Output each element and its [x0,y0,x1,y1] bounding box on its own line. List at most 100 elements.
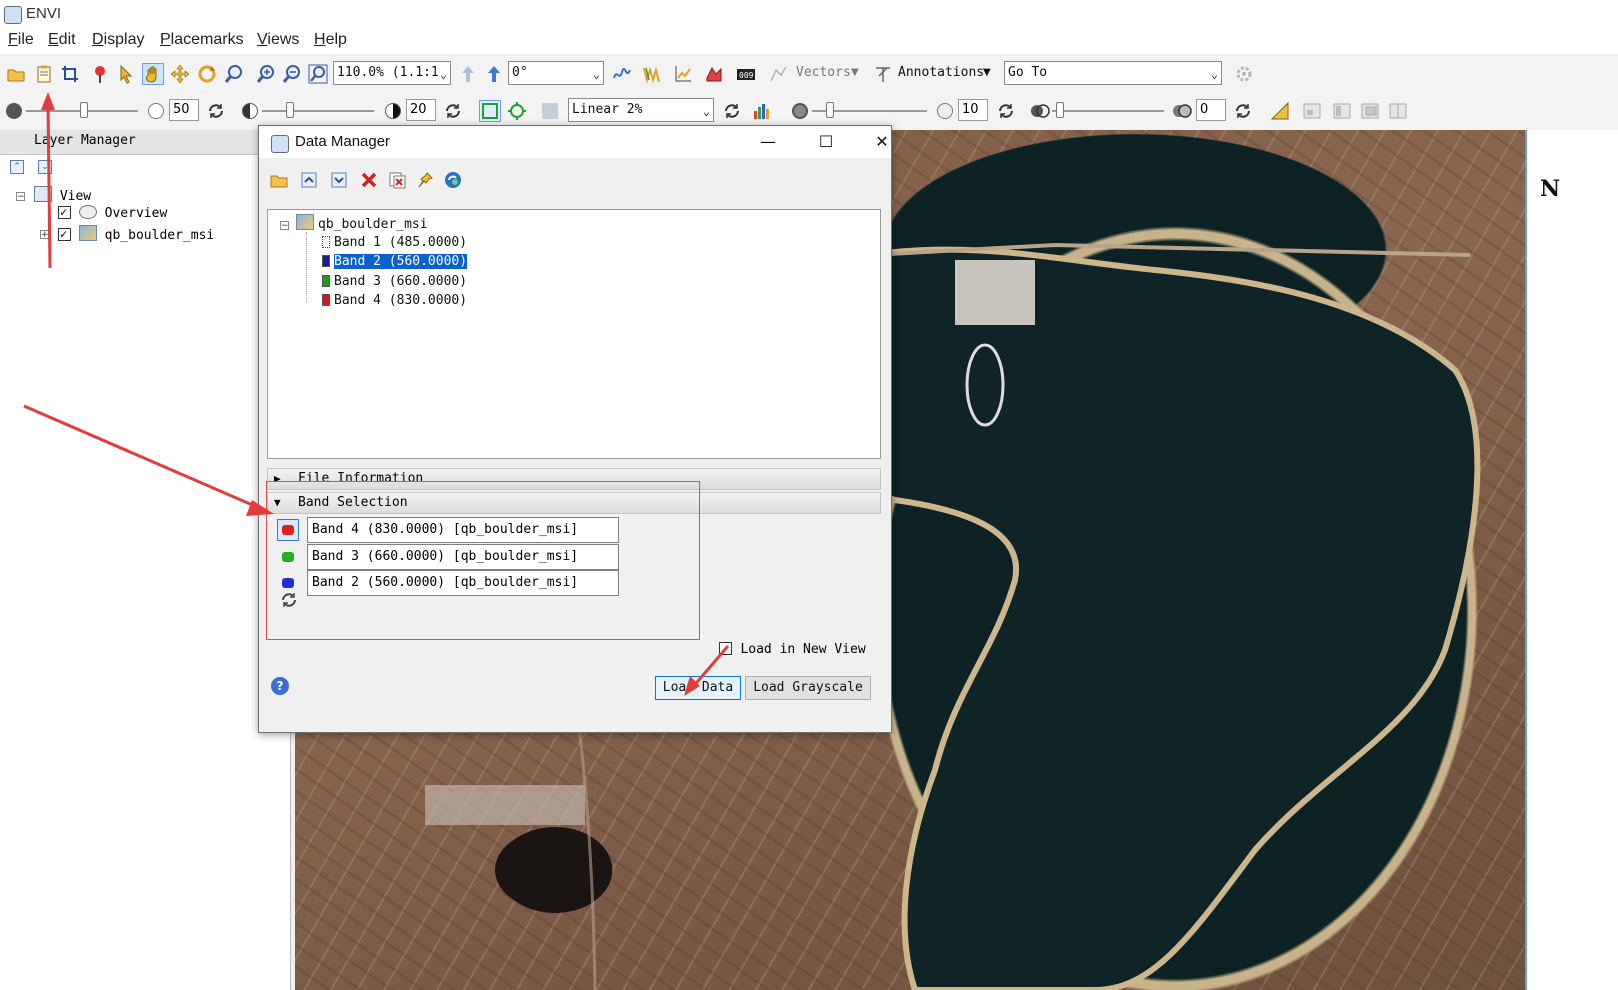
rotate-icon[interactable] [197,64,217,84]
histogram-icon[interactable] [752,101,772,121]
collapse-tree-icon[interactable] [299,170,319,190]
contrast-reset-icon[interactable] [443,101,463,121]
load-in-new-view-checkbox[interactable] [719,642,732,655]
band-1-label: Band 1 (485.0000) [334,235,468,250]
stretch-full-icon[interactable] [479,100,501,122]
annotations-icon[interactable] [873,64,893,84]
vectors-dropdown-icon[interactable]: ▼ [851,67,859,78]
close-button[interactable]: ✕ [859,130,905,156]
open-folder-icon[interactable] [6,64,26,84]
file-tree[interactable]: − qb_boulder_msi Band 1 (485.0000) Band … [267,209,881,459]
annotations-dropdown-icon[interactable]: ▼ [983,67,991,78]
animation-icon[interactable] [642,64,662,84]
contrast-slider-track[interactable] [262,110,374,112]
view-layout-3-icon[interactable] [1360,101,1380,121]
band-4-node[interactable]: Band 4 (830.0000) [322,291,467,311]
refresh-link-icon[interactable] [443,170,463,190]
counter-icon[interactable]: 009 [736,64,756,84]
crop-icon[interactable] [60,64,80,84]
file-collapse-icon[interactable]: − [280,221,289,231]
load-grayscale-button[interactable]: Load Grayscale [745,676,871,700]
transparency-reset-icon[interactable] [1233,101,1253,121]
transparency-value-field[interactable]: 0 [1196,99,1226,121]
pin-icon[interactable] [415,170,435,190]
placemark-pin-icon[interactable] [90,64,110,84]
band-selection-highlight-box [266,481,700,640]
sharpen-value-field[interactable]: 10 [958,99,988,121]
band-3-swatch [322,275,330,287]
roi-tool-icon[interactable] [704,64,724,84]
band-1-node[interactable]: Band 1 (485.0000) [322,233,467,253]
help-icon[interactable]: ? [271,677,289,695]
sharpen-reset-icon[interactable] [996,101,1016,121]
spectral-profile-icon[interactable] [612,64,632,84]
transparency-slider-thumb[interactable] [1056,102,1064,118]
transparency-slider-track[interactable] [1052,110,1164,112]
menu-edit[interactable]: Edit [48,31,76,49]
qb-boulder-msi-checkbox[interactable] [58,225,71,243]
menu-file[interactable]: File [8,31,34,49]
band-2-node[interactable]: Band 2 (560.0000) [322,252,469,272]
view-layout-4-icon[interactable] [1388,101,1408,121]
rotate-north-icon[interactable] [458,64,478,84]
contrast-high-icon [385,103,401,119]
settings-gear-icon[interactable] [1234,64,1254,84]
tree-item-qb-boulder-msi[interactable]: qb_boulder_msi [58,225,214,243]
vectors-icon[interactable] [768,64,788,84]
brightness-reset-icon[interactable] [206,101,226,121]
view-layout-1-icon[interactable] [1302,101,1322,121]
layer-expand-icon[interactable]: + [40,230,49,240]
vectors-menu[interactable]: Vectors [796,65,851,80]
zoom-full-icon[interactable] [308,64,328,84]
measure-icon[interactable] [1270,101,1290,121]
menu-display[interactable]: Display [92,31,144,49]
expand-all-icon[interactable]: ⌄ [38,160,52,174]
menu-placemarks[interactable]: Placemarks [160,31,244,49]
stretch-reset-icon[interactable] [722,101,742,121]
view-layout-2-icon[interactable] [1332,101,1352,121]
menu-views[interactable]: Views [257,31,299,49]
zoom-out-icon[interactable] [282,64,302,84]
view-icon [34,186,52,202]
close-file-icon[interactable] [359,170,379,190]
chart-icon[interactable] [673,64,693,84]
zoom-in-icon[interactable] [256,64,276,84]
data-manager-title: Data Manager [295,133,391,150]
contrast-slider-thumb[interactable] [286,102,294,118]
rotate-view-icon[interactable] [484,64,504,84]
expand-tree-icon[interactable] [329,170,349,190]
stretch-type-combo[interactable]: Linear 2% ⌄ [568,98,714,122]
collapse-all-icon[interactable]: ⌃ [10,160,24,174]
zoom-level-combo[interactable]: 110.0% (1.1:1 ⌄ [333,61,451,85]
pan-hand-icon[interactable] [142,63,164,85]
data-manager-icon[interactable] [34,64,54,84]
rotation-angle-combo[interactable]: 0° ⌄ [508,61,604,85]
annotations-menu[interactable]: Annotations [898,65,984,80]
goto-combo[interactable]: Go To ⌄ [1004,61,1222,85]
minimize-button[interactable]: — [745,130,791,156]
brightness-slider-thumb[interactable] [80,102,88,118]
menu-help[interactable]: Help [314,31,347,49]
view-collapse-icon[interactable]: − [16,192,25,202]
overview-checkbox[interactable] [58,203,71,221]
app-titlebar: ENVI [0,0,1618,28]
sharpen-slider-thumb[interactable] [826,102,834,118]
band-3-node[interactable]: Band 3 (660.0000) [322,272,467,292]
maximize-button[interactable]: ☐ [803,130,849,156]
select-pointer-icon[interactable] [116,64,136,84]
load-data-button[interactable]: Load Data [655,676,741,700]
open-file-icon[interactable] [269,170,289,190]
brightness-value-field[interactable]: 50 [169,99,199,121]
file-name-label: qb_boulder_msi [318,217,428,232]
file-node[interactable]: qb_boulder_msi [296,214,428,234]
load-in-new-view-option[interactable]: Load in New View [719,641,866,657]
close-all-files-icon[interactable] [387,170,407,190]
brightness-low-icon [6,103,22,119]
stretch-view-icon[interactable] [507,101,527,121]
tree-item-view[interactable]: View [34,186,91,204]
tree-item-overview[interactable]: Overview [58,203,167,223]
stretch-type-icon[interactable] [540,101,560,121]
zoom-tool-icon[interactable] [224,64,244,84]
contrast-value-field[interactable]: 20 [406,99,436,121]
fly-icon[interactable] [170,64,190,84]
